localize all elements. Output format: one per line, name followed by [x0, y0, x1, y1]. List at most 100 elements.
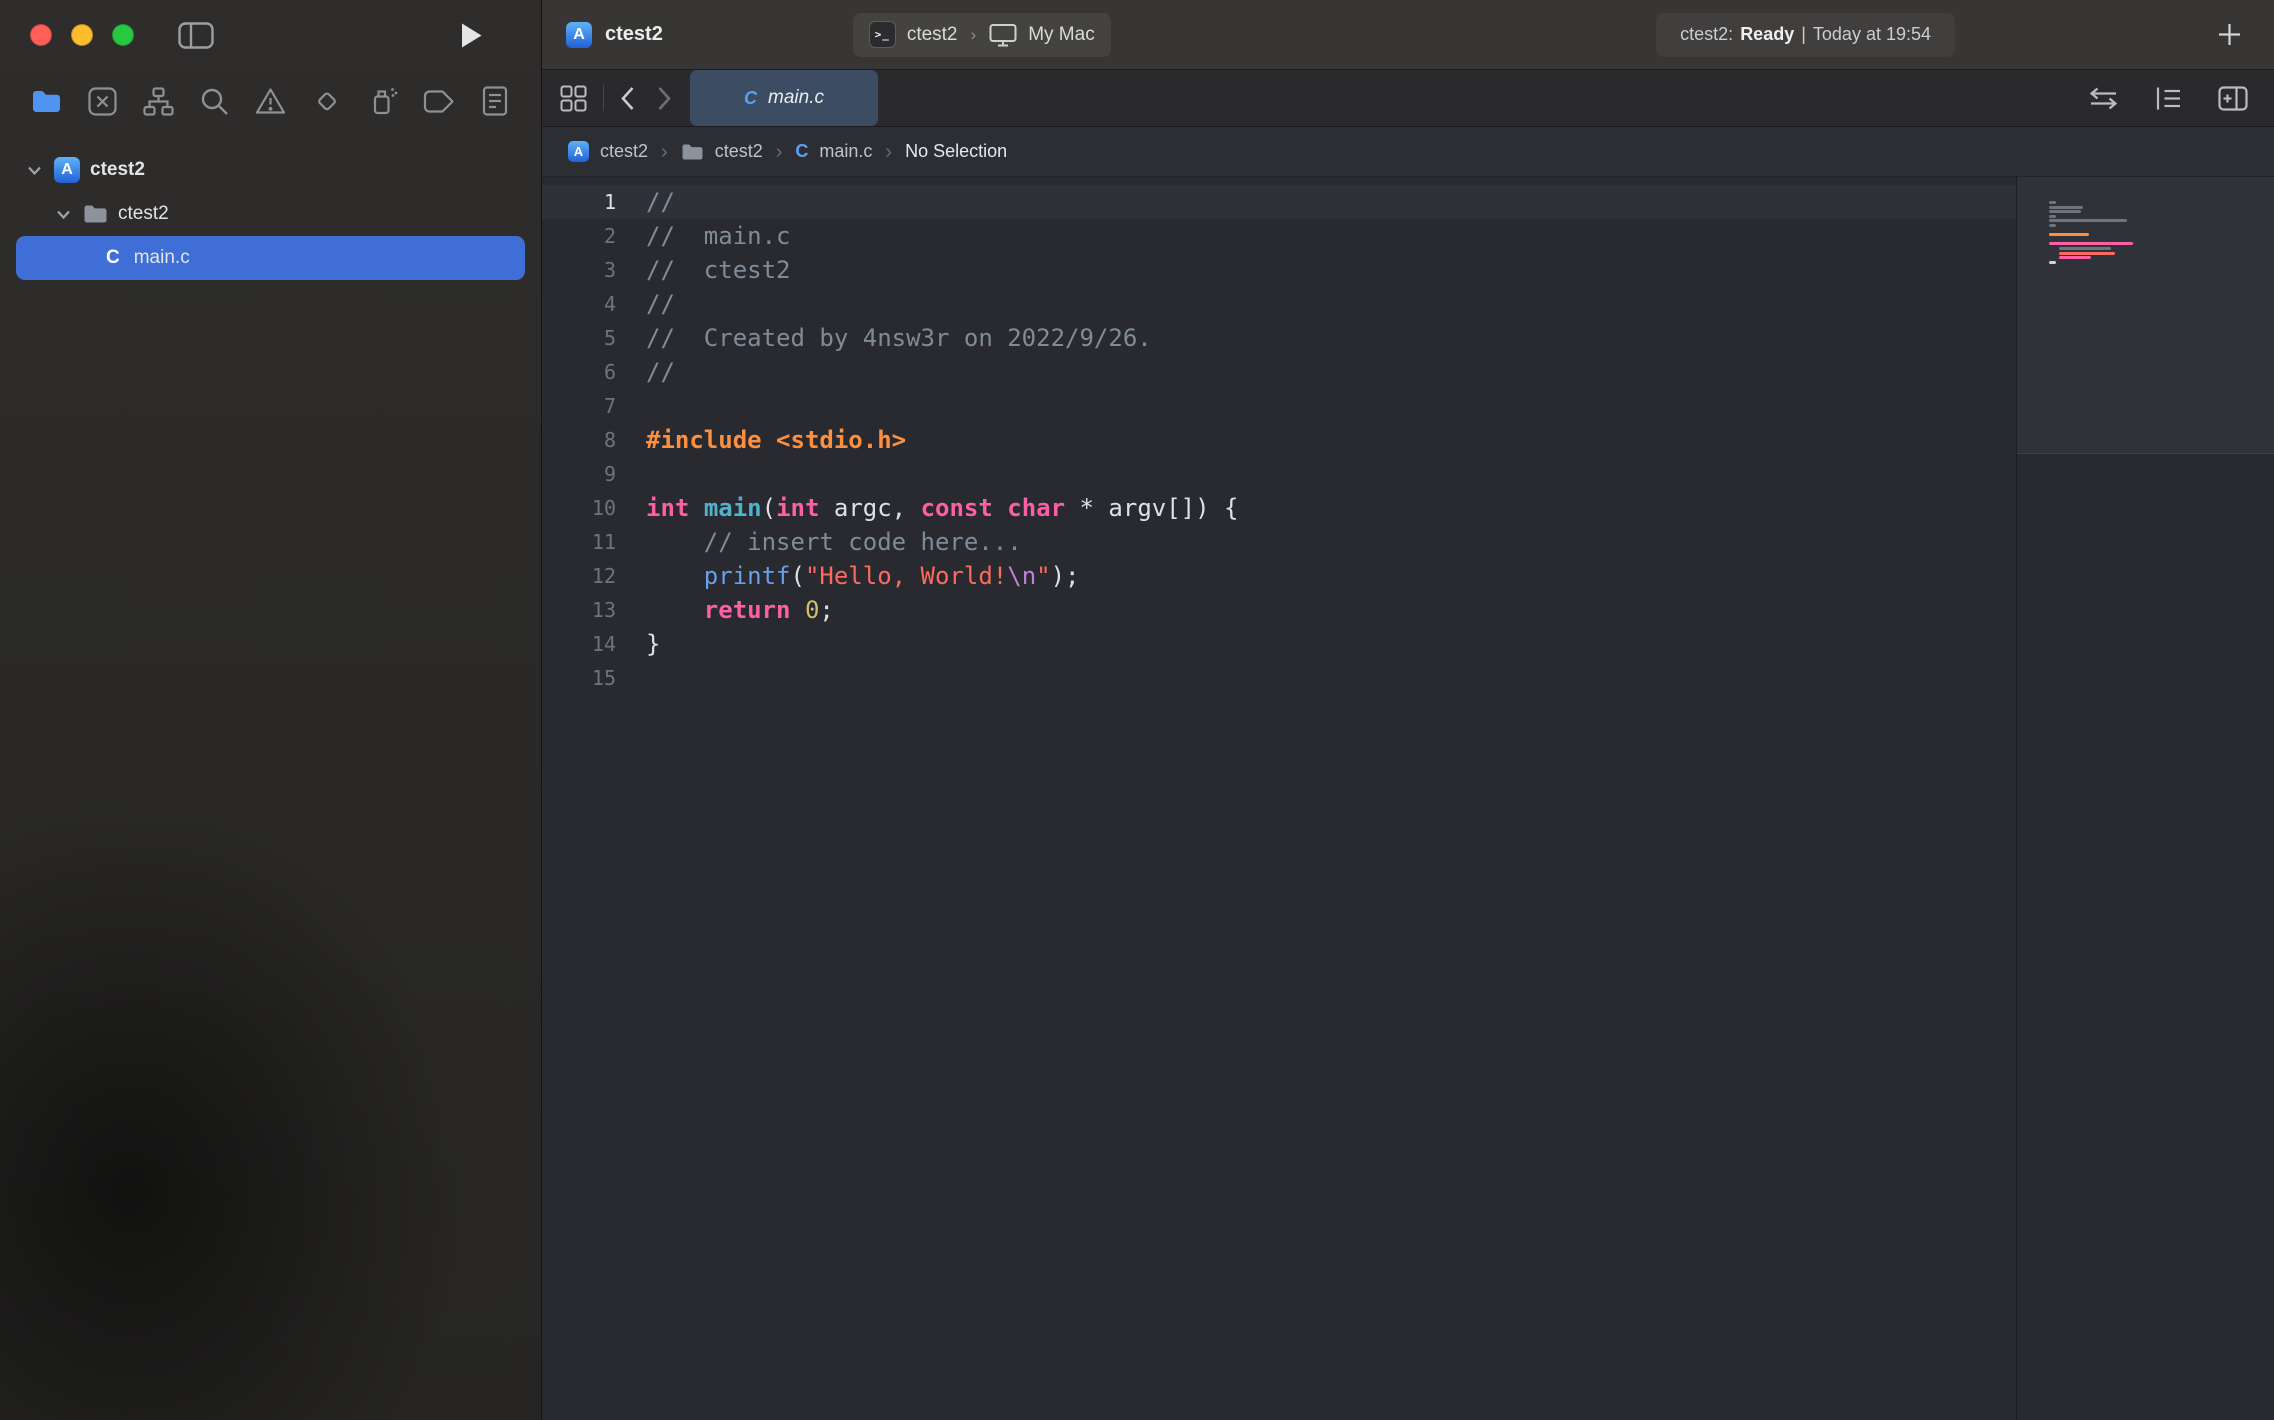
code-line[interactable]: 14}	[542, 627, 2016, 661]
forward-chevron-icon[interactable]	[657, 86, 672, 111]
line-number[interactable]: 11	[542, 525, 646, 559]
scheme-name[interactable]: ctest2	[907, 24, 958, 46]
line-number[interactable]: 9	[542, 457, 646, 491]
line-number[interactable]: 7	[542, 389, 646, 423]
sidebar-toggle-button[interactable]	[178, 22, 214, 49]
code-line[interactable]: 6//	[542, 355, 2016, 389]
line-number[interactable]: 13	[542, 593, 646, 627]
breadcrumb-item-file[interactable]: main.c	[819, 141, 872, 162]
code-line[interactable]: 5// Created by 4nsw3r on 2022/9/26.	[542, 321, 2016, 355]
editor-controls	[2088, 86, 2248, 111]
status-time: Today at 19:54	[1813, 24, 1931, 45]
folder-icon	[83, 204, 108, 224]
chevron-down-icon[interactable]	[53, 209, 73, 220]
code-line[interactable]: 15	[542, 661, 2016, 695]
tree-row-project[interactable]: A ctest2	[0, 148, 541, 192]
c-file-icon: C	[795, 141, 808, 162]
zoom-button[interactable]	[112, 24, 134, 46]
editor-options-icon[interactable]	[2155, 86, 2182, 111]
code-line[interactable]: 2// main.c	[542, 219, 2016, 253]
chevron-right-icon: ›	[969, 25, 979, 45]
code-text[interactable]: #include <stdio.h>	[646, 423, 906, 457]
navigator-tab-bar	[0, 70, 541, 132]
line-number[interactable]: 12	[542, 559, 646, 593]
line-number[interactable]: 5	[542, 321, 646, 355]
play-icon	[460, 22, 483, 49]
code-text[interactable]: // main.c	[646, 219, 791, 253]
status-separator: |	[1801, 24, 1806, 45]
chevron-down-icon[interactable]	[24, 165, 44, 176]
code-line[interactable]: 13 return 0;	[542, 593, 2016, 627]
code-text[interactable]: // ctest2	[646, 253, 791, 287]
xcode-window: A ctest2 ctest2 C main.c A	[0, 0, 2274, 1420]
breadcrumb-item-project[interactable]: ctest2	[600, 141, 648, 162]
status-state: Ready	[1740, 24, 1794, 45]
tab-main-c[interactable]: C main.c	[690, 70, 878, 126]
line-number[interactable]: 14	[542, 627, 646, 661]
source-control-navigator-icon[interactable]	[80, 79, 124, 123]
code-line[interactable]: 12 printf("Hello, World!\n");	[542, 559, 2016, 593]
code-line[interactable]: 8#include <stdio.h>	[542, 423, 2016, 457]
test-navigator-icon[interactable]	[305, 79, 349, 123]
code-text[interactable]: // insert code here...	[646, 525, 1022, 559]
scheme-selector[interactable]: >_ ctest2 › My Mac	[853, 13, 1111, 57]
code-lines[interactable]: 1//2// main.c3// ctest24//5// Created by…	[542, 177, 2016, 1420]
tree-row-file-selected[interactable]: C main.c	[16, 236, 525, 280]
c-file-icon: C	[744, 88, 757, 109]
code-review-icon[interactable]	[2088, 87, 2119, 110]
line-number[interactable]: 1	[542, 185, 646, 219]
code-text[interactable]: int main(int argc, const char * argv[]) …	[646, 491, 1238, 525]
issue-navigator-icon[interactable]	[249, 79, 293, 123]
code-text[interactable]: //	[646, 355, 675, 389]
minimap[interactable]	[2016, 177, 2274, 1420]
code-text[interactable]: // Created by 4nsw3r on 2022/9/26.	[646, 321, 1152, 355]
open-editors-grid-icon[interactable]	[560, 85, 587, 112]
minimap-line	[2049, 242, 2133, 245]
code-line[interactable]: 10int main(int argc, const char * argv[]…	[542, 491, 2016, 525]
code-text[interactable]: return 0;	[646, 593, 834, 627]
code-text[interactable]: //	[646, 287, 675, 321]
run-button[interactable]	[460, 22, 483, 49]
symbol-navigator-icon[interactable]	[136, 79, 180, 123]
line-number[interactable]: 8	[542, 423, 646, 457]
tab-label: main.c	[768, 87, 824, 109]
code-line[interactable]: 7	[542, 389, 2016, 423]
my-mac-icon	[989, 23, 1017, 47]
line-number[interactable]: 4	[542, 287, 646, 321]
breakpoint-navigator-icon[interactable]	[417, 79, 461, 123]
terminal-icon: >_	[869, 21, 896, 48]
library-add-button[interactable]	[2217, 22, 2242, 47]
close-button[interactable]	[30, 24, 52, 46]
code-line[interactable]: 4//	[542, 287, 2016, 321]
report-navigator-icon[interactable]	[473, 79, 517, 123]
breadcrumb-item-group[interactable]: ctest2	[715, 141, 763, 162]
line-number[interactable]: 15	[542, 661, 646, 695]
sidebar-titlebar	[0, 0, 541, 70]
minimap-line	[2049, 219, 2127, 222]
scheme-destination[interactable]: My Mac	[1028, 24, 1095, 46]
line-number[interactable]: 3	[542, 253, 646, 287]
minimize-button[interactable]	[71, 24, 93, 46]
add-editor-icon[interactable]	[2218, 86, 2248, 111]
tree-row-group[interactable]: ctest2	[0, 192, 541, 236]
line-number[interactable]: 6	[542, 355, 646, 389]
activity-status[interactable]: ctest2: Ready | Today at 19:54	[1656, 13, 1955, 57]
code-text[interactable]: printf("Hello, World!\n");	[646, 559, 1080, 593]
folder-icon	[681, 143, 704, 161]
project-navigator-icon[interactable]	[24, 79, 68, 123]
code-line[interactable]: 11 // insert code here...	[542, 525, 2016, 559]
minimap-line	[2049, 210, 2081, 213]
find-navigator-icon[interactable]	[192, 79, 236, 123]
line-number[interactable]: 2	[542, 219, 646, 253]
debug-navigator-icon[interactable]	[361, 79, 405, 123]
line-number[interactable]: 10	[542, 491, 646, 525]
code-line[interactable]: 3// ctest2	[542, 253, 2016, 287]
back-chevron-icon[interactable]	[620, 86, 635, 111]
breadcrumb-no-selection[interactable]: No Selection	[905, 141, 1007, 162]
tree-file-label: main.c	[134, 247, 190, 269]
minimap-line	[2049, 206, 2083, 209]
code-text[interactable]: }	[646, 627, 660, 661]
code-text[interactable]: //	[646, 185, 675, 219]
code-line[interactable]: 9	[542, 457, 2016, 491]
code-line[interactable]: 1//	[542, 185, 2016, 219]
